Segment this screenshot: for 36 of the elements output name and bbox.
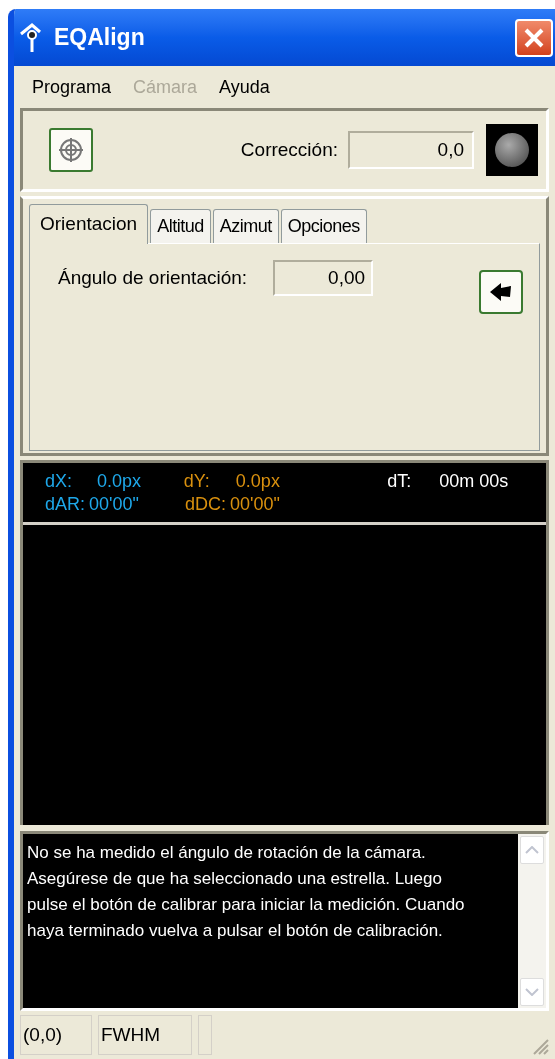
tab[interactable]: Azimut xyxy=(212,209,279,243)
status-cell: (0,0) xyxy=(20,1015,92,1055)
readout-label: dT: xyxy=(387,469,413,493)
scroll-up-button[interactable] xyxy=(520,836,544,864)
arrow-button[interactable] xyxy=(479,270,523,314)
chevron-up-icon xyxy=(525,846,539,854)
correction-field: 0,0 xyxy=(348,131,474,169)
window-title: EQAlign xyxy=(54,23,145,53)
tab[interactable]: Altitud xyxy=(150,209,211,243)
orientation-label: Ángulo de orientación: xyxy=(58,266,248,290)
status-cell: FWHM xyxy=(98,1015,192,1055)
close-icon xyxy=(523,26,545,49)
close-button[interactable] xyxy=(515,18,553,57)
message-text: No se ha medido el ángulo de rotación de la cámara. Asegúrese de que ha seleccionado una estrella. Luego pulse el botón de calibrar para iniciar la medición. Cuando haya terminado vuelva a pulsar el botón de calibración. xyxy=(26,842,466,942)
crosshair-icon xyxy=(57,136,85,164)
readout-label: dDC: xyxy=(185,492,226,516)
target-button[interactable] xyxy=(49,128,93,172)
scrollbar[interactable] xyxy=(518,834,546,1008)
readout-value: 00'00" xyxy=(230,492,280,516)
readout-value: 00m 00s xyxy=(439,469,509,493)
readout-label: dAR: xyxy=(45,492,86,516)
readout-value: 0.0px xyxy=(235,469,280,493)
readout-label: dY: xyxy=(183,469,211,493)
tab[interactable]: Opciones xyxy=(280,209,367,243)
readout-value: 0.0px xyxy=(97,469,142,493)
status-cell xyxy=(198,1015,212,1055)
star-preview-icon xyxy=(486,124,538,176)
readout-label: dX: xyxy=(45,469,74,493)
menu-item[interactable]: Programa xyxy=(32,73,112,101)
chevron-down-icon xyxy=(525,988,539,996)
orientation-field: 0,00 xyxy=(273,260,374,296)
correction-label: Corrección: xyxy=(240,137,338,162)
readout-value: 00'00" xyxy=(89,492,139,516)
scroll-down-button[interactable] xyxy=(520,978,544,1006)
menu-item[interactable]: Ayuda xyxy=(219,73,270,101)
tab[interactable]: Orientacion xyxy=(29,204,149,244)
